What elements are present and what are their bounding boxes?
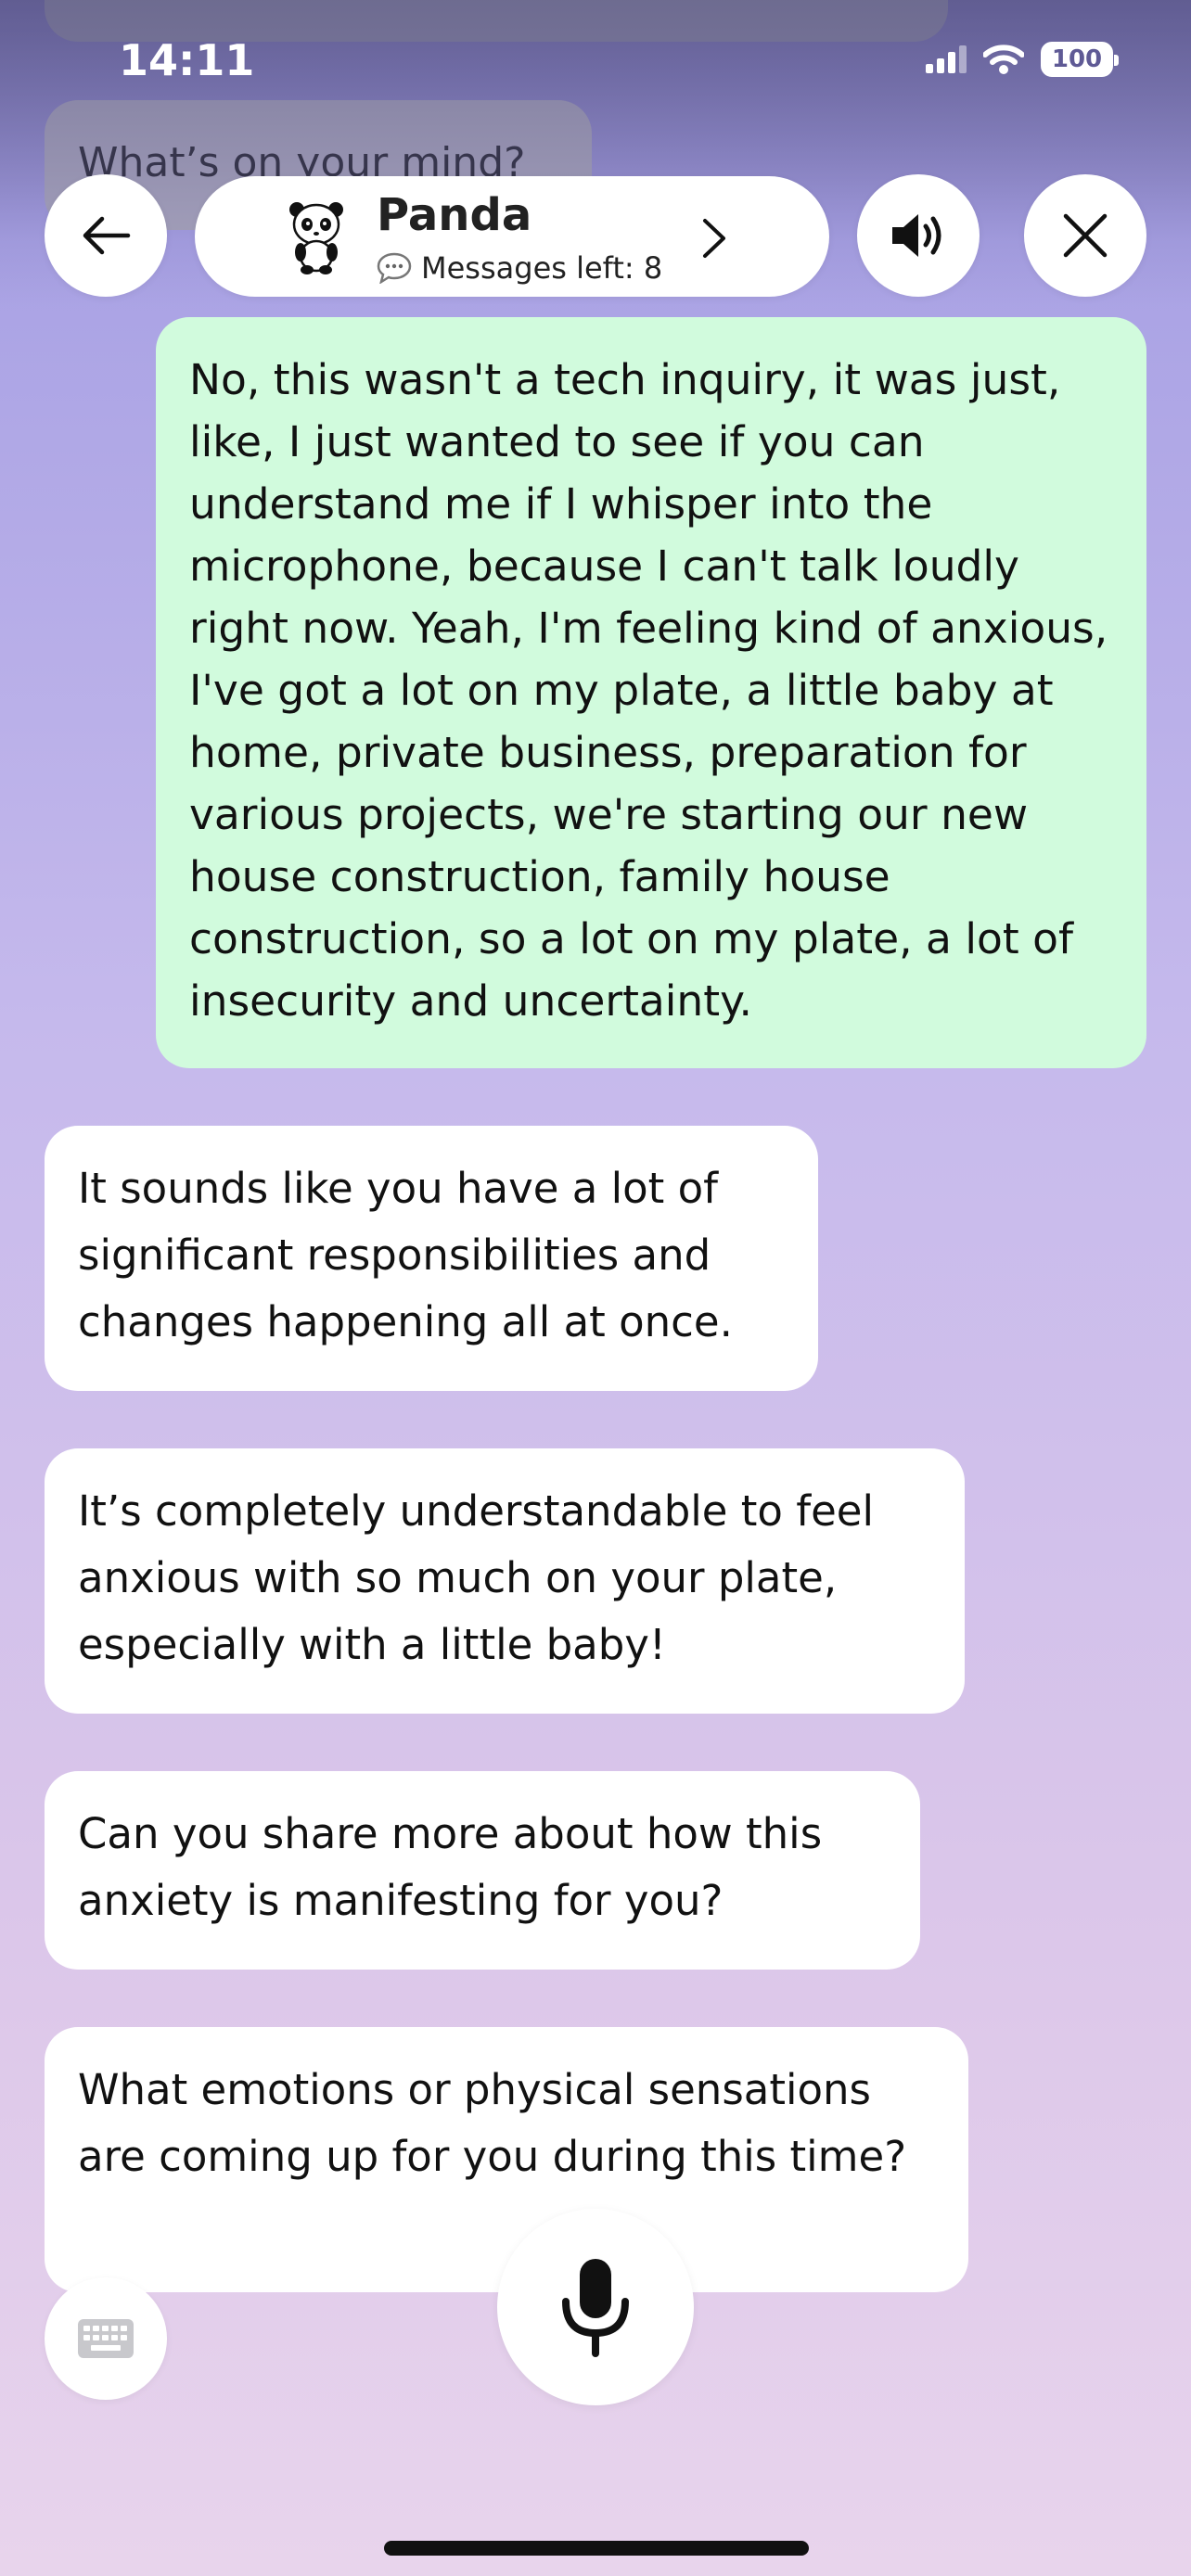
keyboard-icon: [78, 2319, 134, 2358]
status-time: 14:11: [119, 35, 255, 85]
battery-level: 100: [1051, 45, 1103, 73]
status-icons: 100: [926, 42, 1119, 77]
chevron-right-icon: [703, 219, 725, 258]
agent-info-button[interactable]: Panda Messages left: 8: [195, 176, 829, 297]
battery-icon: 100: [1041, 42, 1119, 77]
assistant-message-bubble: What emotions or physical sensations are…: [45, 2027, 968, 2292]
panda-icon: [289, 202, 343, 274]
wifi-icon: [983, 45, 1024, 74]
microphone-button[interactable]: [497, 2209, 694, 2405]
keyboard-button[interactable]: [45, 2277, 167, 2400]
agent-name: Panda: [377, 189, 532, 241]
chat-bubble-icon: [377, 252, 412, 284]
cellular-signal-icon: [926, 45, 967, 73]
assistant-message-bubble: It’s completely understandable to feel a…: [45, 1448, 965, 1714]
home-indicator[interactable]: [384, 2541, 809, 2556]
messages-left-text: Messages left: 8: [421, 250, 663, 286]
user-message-bubble: No, this wasn't a tech inquiry, it was j…: [156, 317, 1146, 1068]
arrow-left-icon: [83, 216, 131, 255]
chat-header: Panda Messages left: 8: [0, 174, 1191, 299]
assistant-message-bubble: It sounds like you have a lot of signifi…: [45, 1126, 818, 1391]
assistant-message-bubble: Can you share more about how this anxiet…: [45, 1771, 920, 1970]
messages-left-counter: Messages left: 8: [377, 250, 662, 286]
back-button[interactable]: [45, 174, 167, 297]
close-button[interactable]: [1024, 174, 1146, 297]
sound-toggle-button[interactable]: [857, 174, 980, 297]
microphone-icon: [562, 2259, 629, 2357]
status-bar: 14:11 100: [0, 0, 1191, 130]
close-icon: [1063, 213, 1108, 258]
speaker-icon: [892, 214, 941, 257]
